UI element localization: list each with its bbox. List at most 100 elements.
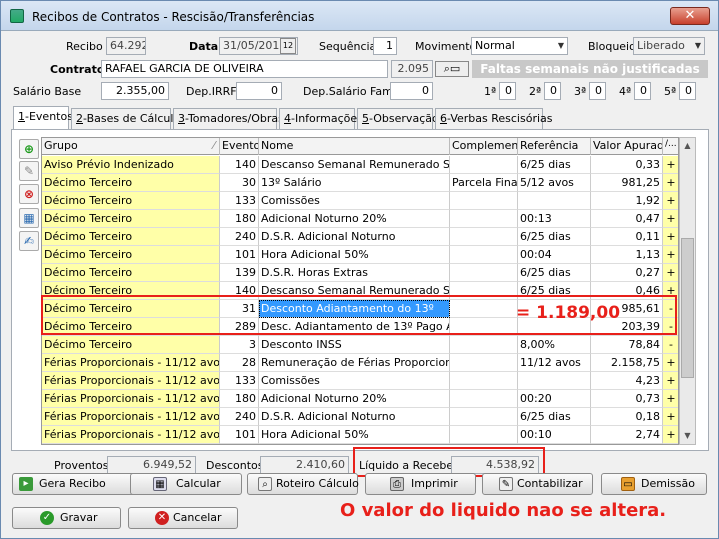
close-button[interactable]: ✕ <box>670 7 710 25</box>
tab-bases-calculo[interactable]: 2-Bases de Cálculo <box>71 108 180 129</box>
week5-field[interactable]: 0 <box>679 82 696 100</box>
cell-complemento[interactable]: Parcela Final <box>450 174 518 192</box>
cell-complemento[interactable] <box>450 408 518 426</box>
cell-sinal[interactable]: + <box>663 390 678 408</box>
table-row[interactable]: Décimo Terceiro 180 Adicional Noturno 20% 0… <box>42 210 678 228</box>
calcular-button[interactable]: ▦ Calcular <box>130 473 242 495</box>
edit-icon[interactable]: ✎ <box>19 161 39 181</box>
cell-referencia[interactable]: 00:04 <box>518 246 591 264</box>
cell-sinal[interactable]: + <box>663 192 678 210</box>
week3-field[interactable]: 0 <box>589 82 606 100</box>
cell-sinal[interactable]: + <box>663 174 678 192</box>
week1-field[interactable]: 0 <box>499 82 516 100</box>
cell-evento[interactable]: 28 <box>220 354 259 372</box>
table-row[interactable]: Férias Proporcionais - 11/12 avos 101 Hora… <box>42 426 678 444</box>
cell-grupo[interactable]: Décimo Terceiro <box>42 192 220 210</box>
table-row[interactable]: Décimo Terceiro 101 Hora Adicional 50% 00:0… <box>42 246 678 264</box>
scroll-thumb[interactable] <box>681 238 694 378</box>
bloqueio-select[interactable]: Liberado <box>633 37 705 55</box>
cell-referencia[interactable] <box>518 372 591 390</box>
cell-complemento[interactable] <box>450 336 518 354</box>
cell-nome[interactable]: Desconto INSS <box>259 336 450 354</box>
grid-scrollbar[interactable]: ▲ ▼ <box>679 137 696 445</box>
table-row[interactable]: Férias Proporcionais - 11/12 avos 28 Remun… <box>42 354 678 372</box>
tab-eventos[interactable]: 1-Eventos <box>13 106 73 130</box>
cell-valor[interactable]: 0,18 <box>591 408 663 426</box>
cell-complemento[interactable] <box>450 264 518 282</box>
cell-evento[interactable]: 30 <box>220 174 259 192</box>
cell-valor[interactable]: 1,92 <box>591 192 663 210</box>
cell-referencia[interactable]: 6/25 dias <box>518 228 591 246</box>
cell-complemento[interactable] <box>450 156 518 174</box>
table-row[interactable]: Décimo Terceiro 139 D.S.R. Horas Extras 6/2… <box>42 264 678 282</box>
cell-nome[interactable]: Hora Adicional 50% <box>259 426 450 444</box>
cell-valor[interactable]: 4,23 <box>591 372 663 390</box>
cell-sinal[interactable]: + <box>663 372 678 390</box>
calendar-icon[interactable]: 12 <box>280 38 296 54</box>
cell-referencia[interactable]: 00:20 <box>518 390 591 408</box>
cell-evento[interactable]: 180 <box>220 390 259 408</box>
cell-valor[interactable]: 0,47 <box>591 210 663 228</box>
cell-complemento[interactable] <box>450 372 518 390</box>
cell-evento[interactable]: 3 <box>220 336 259 354</box>
cell-sinal[interactable]: + <box>663 408 678 426</box>
demissao-button[interactable]: ▭ Demissão <box>601 473 707 495</box>
table-row[interactable]: Décimo Terceiro 240 D.S.R. Adicional Notur… <box>42 228 678 246</box>
cell-valor[interactable]: 78,84 <box>591 336 663 354</box>
cell-valor[interactable]: 981,25 <box>591 174 663 192</box>
cell-referencia[interactable]: 6/25 dias <box>518 264 591 282</box>
cell-sinal[interactable]: + <box>663 246 678 264</box>
salario-field[interactable]: 2.355,00 <box>101 82 169 100</box>
cell-grupo[interactable]: Décimo Terceiro <box>42 264 220 282</box>
add-icon[interactable]: ⊕ <box>19 139 39 159</box>
sequencia-field[interactable]: 1 <box>373 37 397 55</box>
col-valor[interactable]: Valor Apurado <box>591 138 663 155</box>
depsal-field[interactable]: 0 <box>390 82 433 100</box>
cell-grupo[interactable]: Décimo Terceiro <box>42 336 220 354</box>
col-grupo[interactable]: Grupo ⁄ <box>42 138 220 155</box>
cell-sinal[interactable]: + <box>663 426 678 444</box>
cell-complemento[interactable] <box>450 228 518 246</box>
tab-tomadores[interactable]: 3-Tomadores/Obras <box>173 108 284 129</box>
gera-recibo-button[interactable]: ▸ Gera Recibo <box>12 473 137 495</box>
cell-evento[interactable]: 240 <box>220 408 259 426</box>
cell-sinal[interactable]: + <box>663 210 678 228</box>
movimento-select[interactable]: Normal <box>471 37 568 55</box>
cell-grupo[interactable]: Férias Proporcionais - 11/12 avos <box>42 426 220 444</box>
cell-nome[interactable]: Adicional Noturno 20% <box>259 390 450 408</box>
cell-evento[interactable]: 133 <box>220 192 259 210</box>
cell-grupo[interactable]: Férias Proporcionais - 11/12 avos <box>42 372 220 390</box>
eventos-grid[interactable]: Grupo ⁄ Evento Nome Complemento Referênci… <box>41 137 679 445</box>
cell-grupo[interactable]: Décimo Terceiro <box>42 174 220 192</box>
cell-nome[interactable]: Adicional Noturno 20% <box>259 210 450 228</box>
col-sinal[interactable]: /... <box>663 138 678 155</box>
col-referencia[interactable]: Referência <box>518 138 591 155</box>
cell-valor[interactable]: 2,74 <box>591 426 663 444</box>
cell-complemento[interactable] <box>450 246 518 264</box>
cancelar-button[interactable]: ✕ Cancelar <box>128 507 238 529</box>
cell-evento[interactable]: 101 <box>220 426 259 444</box>
cell-grupo[interactable]: Férias Proporcionais - 11/12 avos <box>42 354 220 372</box>
cell-grupo[interactable]: Décimo Terceiro <box>42 210 220 228</box>
cell-valor[interactable]: 0,27 <box>591 264 663 282</box>
tab-verbas-rescisorias[interactable]: 6-Verbas Rescisórias <box>435 108 553 129</box>
table-row[interactable]: Décimo Terceiro 133 Comissões 1,92 + <box>42 192 678 210</box>
col-complemento[interactable]: Complemento <box>450 138 518 155</box>
cell-grupo[interactable]: Férias Proporcionais - 11/12 avos <box>42 390 220 408</box>
roteiro-calculo-button[interactable]: ⌕ Roteiro Cálculo <box>247 473 359 495</box>
table-row[interactable]: Aviso Prévio Indenizado 140 Descanso Seman… <box>42 156 678 174</box>
grid-icon[interactable]: ▦ <box>19 208 39 228</box>
cell-grupo[interactable]: Aviso Prévio Indenizado <box>42 156 220 174</box>
cell-referencia[interactable]: 6/25 dias <box>518 408 591 426</box>
cell-referencia[interactable]: 00:13 <box>518 210 591 228</box>
recibo-field[interactable]: 64.292 <box>106 37 146 55</box>
cell-referencia[interactable]: 11/12 avos <box>518 354 591 372</box>
cell-nome[interactable]: Comissões <box>259 192 450 210</box>
scroll-up-icon[interactable]: ▲ <box>680 138 695 154</box>
delete-icon[interactable]: ⊗ <box>19 184 39 204</box>
depirrf-field[interactable]: 0 <box>236 82 282 100</box>
col-nome[interactable]: Nome <box>259 138 450 155</box>
cell-evento[interactable]: 139 <box>220 264 259 282</box>
table-row[interactable]: Décimo Terceiro 30 13º Salário Parcela Fina… <box>42 174 678 192</box>
week2-field[interactable]: 0 <box>544 82 561 100</box>
